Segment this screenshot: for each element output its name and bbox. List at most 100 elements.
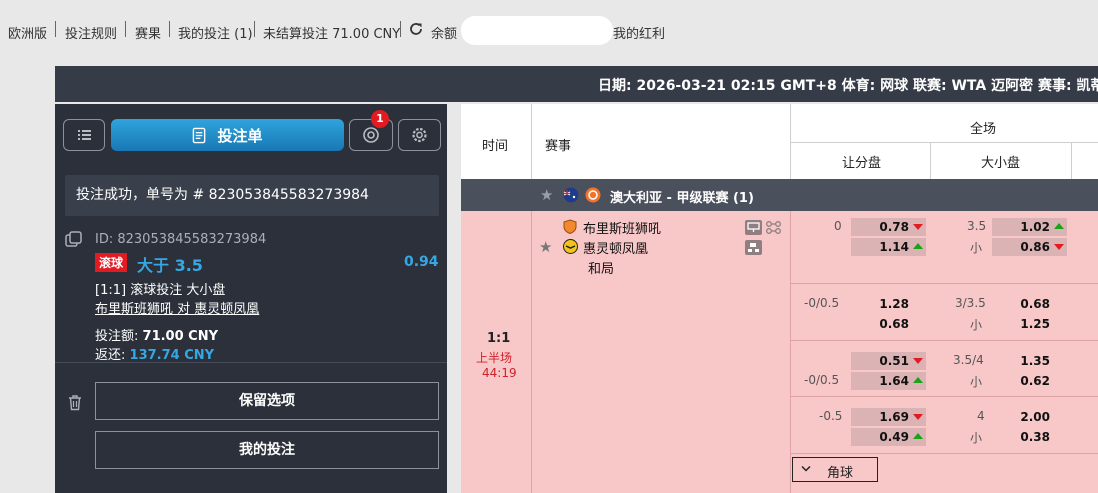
odds-value: 1.64	[879, 374, 909, 388]
handicap-line: -0/0.5	[804, 373, 840, 387]
odds-button[interactable]: 1.25	[992, 315, 1067, 333]
event-info-bar: 日期: 2026-03-21 02:15 GMT+8 体育: 网球 联赛: WT…	[55, 66, 1098, 102]
league-logo-icon	[585, 187, 601, 203]
keep-selection-button[interactable]: 保留选项	[95, 382, 439, 420]
odds-button[interactable]: 1.64	[851, 372, 926, 390]
ou-under-label: 小	[970, 318, 983, 332]
odds-button[interactable]: 1.28	[851, 295, 926, 313]
list-icon	[78, 130, 91, 140]
away-team-name[interactable]: 惠灵顿凤凰	[583, 238, 648, 257]
nav-my-bonus[interactable]: 我的红利	[613, 23, 665, 42]
odds-button[interactable]: 1.69	[851, 408, 926, 426]
nav-separator	[55, 21, 56, 37]
grid-line	[531, 211, 532, 493]
odds-button[interactable]: 0.78	[851, 218, 926, 236]
match-score: 1:1	[487, 331, 511, 346]
league-name: 澳大利亚 - 甲级联赛 (1)	[610, 191, 754, 206]
league-row[interactable]: ★ 澳大利亚 - 甲级联赛 (1)	[461, 179, 1098, 211]
odds-button[interactable]: 1.14	[851, 238, 926, 256]
col-handicap: 让分盘	[842, 156, 882, 171]
odds-button[interactable]: 0.49	[851, 428, 926, 446]
favorite-star-icon[interactable]: ★	[539, 238, 552, 256]
grid-line	[790, 142, 1098, 143]
bet-description: [1:1] 滚球投注 大小盘	[95, 283, 226, 298]
home-team-name[interactable]: 布里斯班狮吼	[583, 218, 661, 237]
nav-unsettled-bets[interactable]: 未结算投注 71.00 CNY	[263, 23, 400, 42]
my-bets-button[interactable]: 我的投注	[95, 431, 439, 469]
nav-separator	[400, 21, 401, 37]
odds-value: 0.49	[879, 430, 909, 444]
nav-separator	[169, 21, 170, 37]
odds-button[interactable]: 0.62	[992, 372, 1067, 390]
trash-icon[interactable]	[67, 394, 83, 411]
col-fulltime: 全场	[970, 122, 997, 137]
grid-line	[790, 211, 791, 493]
ou-line: 4	[977, 409, 985, 423]
grid-line	[790, 453, 1098, 454]
odds-button[interactable]: 0.86	[992, 238, 1067, 256]
col-over-under: 大小盘	[981, 156, 1021, 171]
bet-id: ID: 823053845583273984	[95, 232, 267, 247]
bet-odds: 0.94	[404, 254, 439, 270]
bet-slip-title: 投注单	[217, 126, 263, 145]
ou-under-label: 小	[970, 431, 983, 445]
star-icon[interactable]: ★	[540, 186, 553, 204]
gear-icon	[412, 127, 427, 143]
return-label: 返还:	[95, 348, 126, 363]
handicap-line: 0	[834, 219, 842, 233]
market-table: 时间 赛事 全场 让分盘 大小盘 ★ 澳大利亚 - 甲级联赛 (1) 1:1 上…	[461, 104, 1098, 493]
ou-line: 3/3.5	[955, 296, 986, 310]
grid-line	[930, 142, 931, 179]
nav-results[interactable]: 赛果	[135, 23, 161, 42]
bet-slip-tab[interactable]: 投注单	[111, 119, 344, 151]
odds-value: 0.62	[1020, 374, 1050, 388]
col-time: 时间	[482, 139, 509, 154]
grid-line	[790, 340, 1098, 341]
odds-value: 1.14	[879, 240, 909, 254]
odds-value: 0.86	[1020, 240, 1050, 254]
bet-selection: 大于 3.5	[137, 256, 203, 275]
stake-value: 71.00 CNY	[142, 329, 219, 344]
odds-button[interactable]: 1.35	[992, 352, 1067, 370]
stats-icon[interactable]	[745, 240, 762, 255]
nav-betting-rules[interactable]: 投注规则	[65, 23, 117, 42]
divider	[55, 362, 447, 363]
ou-under-label: 小	[970, 375, 983, 389]
bet-match-link[interactable]: 布里斯班狮吼 对 惠灵顿凤凰	[95, 298, 259, 317]
odds-value: 1.69	[879, 410, 909, 424]
odds-button[interactable]: 0.38	[992, 428, 1067, 446]
odds-up-arrow-icon	[913, 243, 923, 249]
odds-value: 0.51	[879, 354, 909, 368]
nav-europe-version[interactable]: 欧洲版	[8, 23, 47, 42]
bet-return: 返还: 137.74 CNY	[95, 344, 214, 363]
refresh-icon[interactable]	[408, 21, 424, 37]
odds-value: 0.68	[879, 317, 909, 331]
bet-success-message: 投注成功，单号为 # 823053845583273984	[65, 175, 439, 216]
nav-separator	[125, 21, 126, 37]
odds-button[interactable]: 0.51	[851, 352, 926, 370]
odds-down-arrow-icon	[1054, 244, 1064, 250]
match-period: 上半场	[476, 351, 513, 365]
corners-toggle[interactable]: 角球	[792, 457, 878, 482]
draw-label: 和局	[588, 262, 615, 277]
odds-button[interactable]: 1.02	[992, 218, 1067, 236]
copy-icon[interactable]	[65, 231, 83, 249]
odds-button[interactable]: 0.68	[992, 295, 1067, 313]
odds-down-arrow-icon	[913, 414, 923, 420]
top-navigation: 欧洲版 投注规则 赛果 我的投注 (1) 未结算投注 71.00 CNY 余额 …	[0, 0, 1098, 62]
settings-button[interactable]	[398, 119, 441, 151]
return-value: 137.74 CNY	[129, 348, 215, 363]
bet-count-badge: 1	[371, 110, 389, 128]
live-stream-icon[interactable]	[745, 220, 762, 235]
list-view-button[interactable]	[63, 119, 105, 151]
odds-down-arrow-icon	[913, 358, 923, 364]
odds-button[interactable]: 2.00	[992, 408, 1067, 426]
match-tracker-icon[interactable]	[765, 220, 782, 235]
grid-line	[790, 396, 1098, 397]
nav-my-bets[interactable]: 我的投注 (1)	[178, 23, 253, 42]
bet-stake: 投注额: 71.00 CNY	[95, 325, 218, 344]
odds-up-arrow-icon	[913, 433, 923, 439]
odds-button[interactable]: 0.68	[851, 315, 926, 333]
match-body: 1:1 上半场 44:19 布里斯班狮吼 ★ 惠灵顿凤凰 和局 0 0.78 1…	[461, 211, 1098, 493]
ou-line: 3.5	[967, 219, 987, 233]
